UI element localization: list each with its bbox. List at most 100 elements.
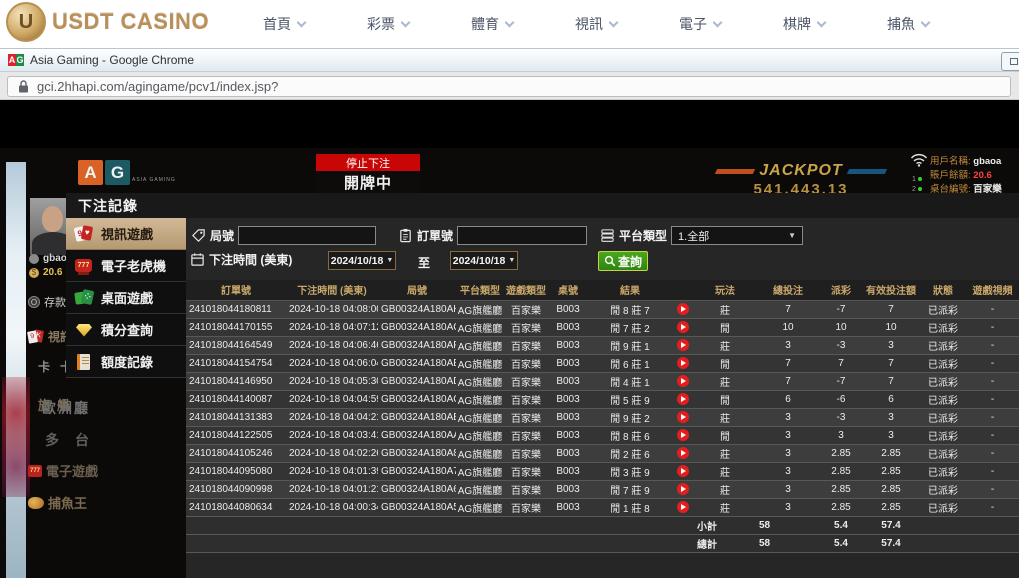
play-button-cell <box>672 426 694 444</box>
cell-payout: 2.85 <box>820 480 862 498</box>
cell-result: 閒 1 莊 8 <box>588 498 672 516</box>
cell-valid-bet: 7 <box>862 300 920 318</box>
sidebar-item-table-games[interactable]: ⁘ 桌面遊戲 <box>66 282 186 314</box>
cell-result: 閒 7 莊 9 <box>588 480 672 498</box>
play-icon <box>681 360 686 366</box>
sidebar-item-slot-machine[interactable]: 777 電子老虎機 <box>66 250 186 282</box>
play-video-button[interactable] <box>677 321 689 333</box>
subtotal-label: 小計 <box>694 516 756 534</box>
header-row: 訂單號下注時間 (美東)局號平台類型遊戲類型桌號結果玩法總投注派彩有效投注額狀態… <box>186 280 1019 300</box>
play-button-cell <box>672 354 694 372</box>
cell-total-bet: 3 <box>756 426 820 444</box>
play-video-button[interactable] <box>677 447 689 459</box>
chevron-down-icon <box>505 17 515 27</box>
cell-game-type: 百家樂 <box>504 408 548 426</box>
chevron-down-icon <box>609 17 619 27</box>
date-to-picker[interactable]: 2024/10/18▼ <box>450 251 518 270</box>
play-video-button[interactable] <box>677 429 689 441</box>
cell-platform: AG旗艦廳 <box>456 390 504 408</box>
table-row: 2410180440950802024-10-18 04:01:39GB0032… <box>186 462 1019 480</box>
cell-status: 已派彩 <box>920 318 966 336</box>
nav-item-live[interactable]: 視訊 <box>544 14 648 34</box>
play-video-button[interactable] <box>677 483 689 495</box>
search-button[interactable]: 查詢 <box>598 251 648 271</box>
play-icon <box>681 432 686 438</box>
cell-result: 閒 8 莊 7 <box>588 300 672 318</box>
play-video-button[interactable] <box>677 465 689 477</box>
video-blur-blob <box>2 377 30 497</box>
table-row: 2410180440806342024-10-18 04:00:34GB0032… <box>186 498 1019 516</box>
window-control-button[interactable] <box>1001 52 1019 71</box>
nav-item-board[interactable]: 棋牌 <box>752 14 856 34</box>
date-from-picker[interactable]: 2024/10/18▼ <box>328 251 396 270</box>
bet-records-table: 訂單號下注時間 (美東)局號平台類型遊戲類型桌號結果玩法總投注派彩有效投注額狀態… <box>186 280 1019 553</box>
bet-table-foot: 小計 58 5.4 57.4 總計 58 5.4 <box>186 516 1019 552</box>
play-button-cell <box>672 372 694 390</box>
table-row: 2410180441547542024-10-18 04:06:04GB0032… <box>186 354 1019 372</box>
play-icon <box>681 504 686 510</box>
cell-platform: AG旗艦廳 <box>456 462 504 480</box>
cell-play-method: 閒 <box>694 354 756 372</box>
nav-item-home[interactable]: 首頁 <box>232 14 336 34</box>
column-header-cell-play-method: 玩法 <box>694 280 756 300</box>
nav-item-sports[interactable]: 體育 <box>440 14 544 34</box>
cell-valid-bet: 3 <box>862 426 920 444</box>
ag-logo: A G ASIA GAMING <box>78 160 176 185</box>
cell-platform: AG旗艦廳 <box>456 426 504 444</box>
cell-round-no: GB00324A180AB <box>378 408 456 426</box>
nav-item-slots[interactable]: 電子 <box>648 14 752 34</box>
platform-type-select[interactable]: 1.全部 ▼ <box>671 226 803 245</box>
cell-order-no: 241018044154754 <box>186 354 286 372</box>
sidebar-item-points-inquiry[interactable]: 積分查詢 <box>66 314 186 346</box>
table-row: 2410180441052462024-10-18 04:02:26GB0032… <box>186 444 1019 462</box>
total-label: 總計 <box>694 534 756 552</box>
nav-item-lottery[interactable]: 彩票 <box>336 14 440 34</box>
cell-total-bet: 10 <box>756 318 820 336</box>
round-number-group: 局號 <box>191 226 376 245</box>
cell-status: 已派彩 <box>920 426 966 444</box>
cell-video: - <box>966 300 1019 318</box>
deposit-button[interactable]: O 存款 <box>28 294 66 310</box>
cell-platform: AG旗艦廳 <box>456 372 504 390</box>
cell-total-bet: 3 <box>756 462 820 480</box>
site-header: U USDT CASINO 首頁 彩票 體育 視訊 電子 棋牌 捕魚 <box>0 0 1019 48</box>
cell-video: - <box>966 408 1019 426</box>
play-video-button[interactable] <box>677 303 689 315</box>
cell-valid-bet: 2.85 <box>862 498 920 516</box>
play-video-button[interactable] <box>677 339 689 351</box>
cell-play-method: 莊 <box>694 444 756 462</box>
round-number-input[interactable] <box>238 226 376 245</box>
cell-round-no: GB00324A180AH <box>378 300 456 318</box>
cell-valid-bet: 6 <box>862 390 920 408</box>
cell-video: - <box>966 336 1019 354</box>
play-video-button[interactable] <box>677 501 689 513</box>
to-label: 至 <box>418 254 430 271</box>
cell-bet-time: 2024-10-18 04:04:59 <box>286 390 378 408</box>
nav-item-fishing[interactable]: 捕魚 <box>856 14 960 34</box>
cell-bet-time: 2024-10-18 04:06:04 <box>286 354 378 372</box>
modal-title: 下注記錄 <box>78 196 138 216</box>
cell-bet-time: 2024-10-18 04:06:46 <box>286 336 378 354</box>
chevron-down-icon <box>713 17 723 27</box>
cell-status: 已派彩 <box>920 462 966 480</box>
site-logo[interactable]: U USDT CASINO <box>6 2 209 42</box>
play-video-button[interactable] <box>677 375 689 387</box>
cell-video: - <box>966 318 1019 336</box>
sidebar-item-video-games[interactable]: 9♥ 視訊遊戲 <box>66 218 186 250</box>
address-field[interactable]: gci.2hhapi.com/agingame/pcv1/index.jsp? <box>7 76 1011 97</box>
document-icon <box>74 353 94 371</box>
cell-status: 已派彩 <box>920 408 966 426</box>
cell-status: 已派彩 <box>920 480 966 498</box>
wifi-icon <box>910 153 928 167</box>
connection-lines: 12 <box>912 175 922 195</box>
play-video-button[interactable] <box>677 411 689 423</box>
cell-payout: -3 <box>820 408 862 426</box>
play-video-button[interactable] <box>677 393 689 405</box>
order-number-input[interactable] <box>457 226 587 245</box>
sidebar-item-quota-record[interactable]: 額度記錄 <box>66 346 186 378</box>
url-text: gci.2hhapi.com/agingame/pcv1/index.jsp? <box>37 79 278 94</box>
logo-coin-icon: U <box>6 2 46 42</box>
play-video-button[interactable] <box>677 357 689 369</box>
play-button-cell <box>672 462 694 480</box>
cell-platform: AG旗艦廳 <box>456 444 504 462</box>
